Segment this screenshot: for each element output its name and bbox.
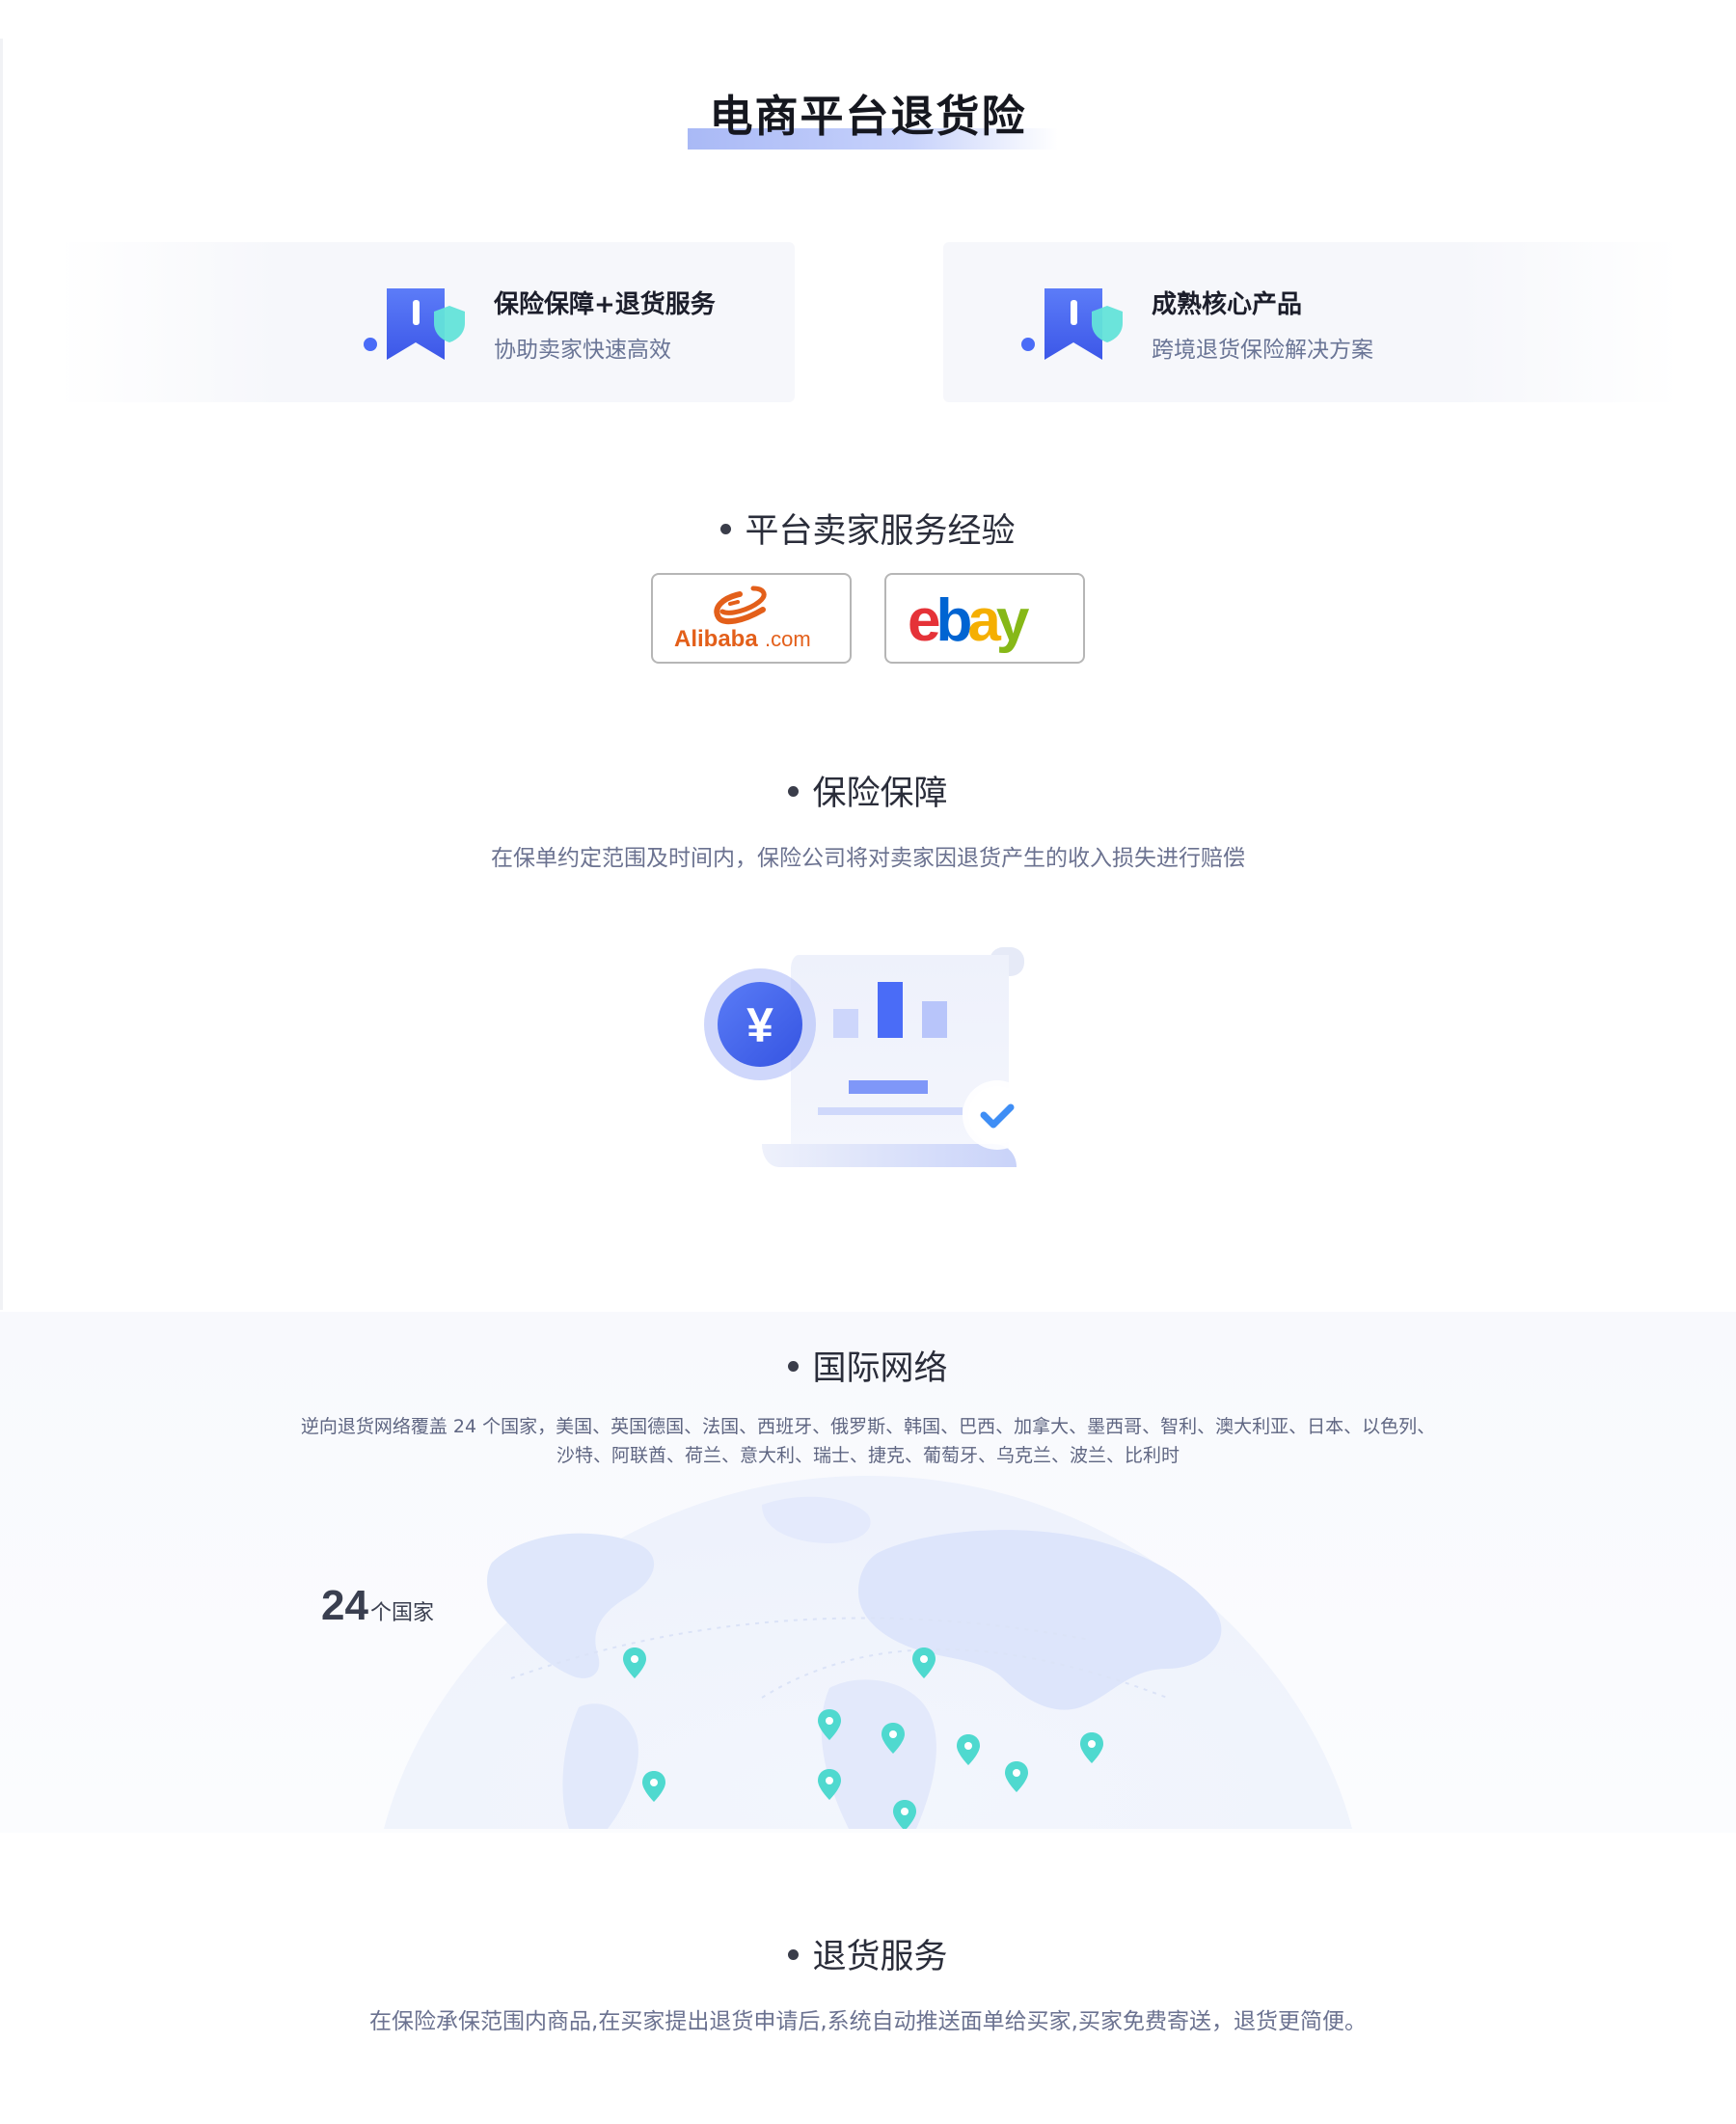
ebay-logo: ebay <box>884 573 1085 664</box>
document-chart-yuan-icon: ¥ <box>704 947 1032 1167</box>
feature-subtitle: 协助卖家快速高效 <box>494 338 671 363</box>
ebay-logo-icon: ebay <box>908 587 1035 654</box>
network-description-line: 逆向退货网络覆盖 24 个国家，美国、英国德国、法国、西班牙、俄罗斯、韩国、巴西… <box>300 1416 1436 1437</box>
section-heading-text: 保险保障 <box>812 775 948 813</box>
bullet-dot-icon <box>788 1948 800 1960</box>
section-heading-returns: 退货服务 <box>0 1929 1736 1978</box>
section-description-returns: 在保险承保范围内商品,在买家提出退货申请后,系统自动推送面单给买家,买家免费寄送… <box>369 2009 1367 2034</box>
feature-card-core-product: 成熟核心产品 跨境退货保险解决方案 <box>943 242 1680 402</box>
country-count: 24个国家 <box>321 1582 434 1630</box>
alibaba-logo: Alibaba .com <box>651 573 852 664</box>
ebay-letter-e: e <box>908 587 939 654</box>
page-title-text: 电商平台退货险 <box>709 91 1027 142</box>
alibaba-suffix: .com <box>765 627 811 651</box>
ebay-letter-y: y <box>996 587 1030 654</box>
country-count-unit: 个国家 <box>369 1601 434 1625</box>
section-description-guarantee: 在保单约定范围及时间内，保险公司将对卖家因退货产生的收入损失进行赔偿 <box>491 846 1245 871</box>
section-heading-text: 平台卖家服务经验 <box>745 512 1016 551</box>
left-divider <box>0 39 3 1310</box>
world-map-icon <box>384 1476 1352 1829</box>
alibaba-wordmark: Alibaba <box>674 626 758 652</box>
page-title: 电商平台退货险 <box>688 81 1058 150</box>
feature-subtitle: 跨境退货保险解决方案 <box>1152 338 1373 363</box>
bookmark-shield-icon <box>364 288 465 360</box>
yuan-symbol: ¥ <box>746 998 773 1052</box>
alibaba-logo-icon: Alibaba .com <box>674 585 811 652</box>
feature-title: 保险保障+退货服务 <box>494 290 716 319</box>
network-description-line: 沙特、阿联酋、荷兰、意大利、瑞士、捷克、葡萄牙、乌克兰、波兰、比利时 <box>556 1445 1180 1466</box>
ebay-letter-b: b <box>936 587 970 654</box>
bullet-dot-icon <box>788 1360 800 1372</box>
svg-text:ebay: ebay <box>908 587 1030 654</box>
section-heading-network: 国际网络 <box>0 1341 1736 1390</box>
section-heading-text: 退货服务 <box>812 1938 948 1976</box>
bullet-dot-icon <box>788 785 800 797</box>
bookmark-shield-icon <box>1021 288 1123 360</box>
section-heading-guarantee: 保险保障 <box>0 766 1736 815</box>
country-count-number: 24 <box>321 1582 368 1629</box>
page-header: 电商平台退货险 <box>0 81 1736 150</box>
section-heading-text: 国际网络 <box>812 1349 948 1388</box>
feature-title: 成熟核心产品 <box>1152 290 1303 319</box>
section-heading-platform: 平台卖家服务经验 <box>0 504 1736 553</box>
feature-card-guarantee: 保险保障+退货服务 协助卖家快速高效 <box>58 242 795 402</box>
bullet-dot-icon <box>720 523 732 534</box>
section-description-network: 逆向退货网络覆盖 24 个国家，美国、英国德国、法国、西班牙、俄罗斯、韩国、巴西… <box>241 1412 1495 1470</box>
